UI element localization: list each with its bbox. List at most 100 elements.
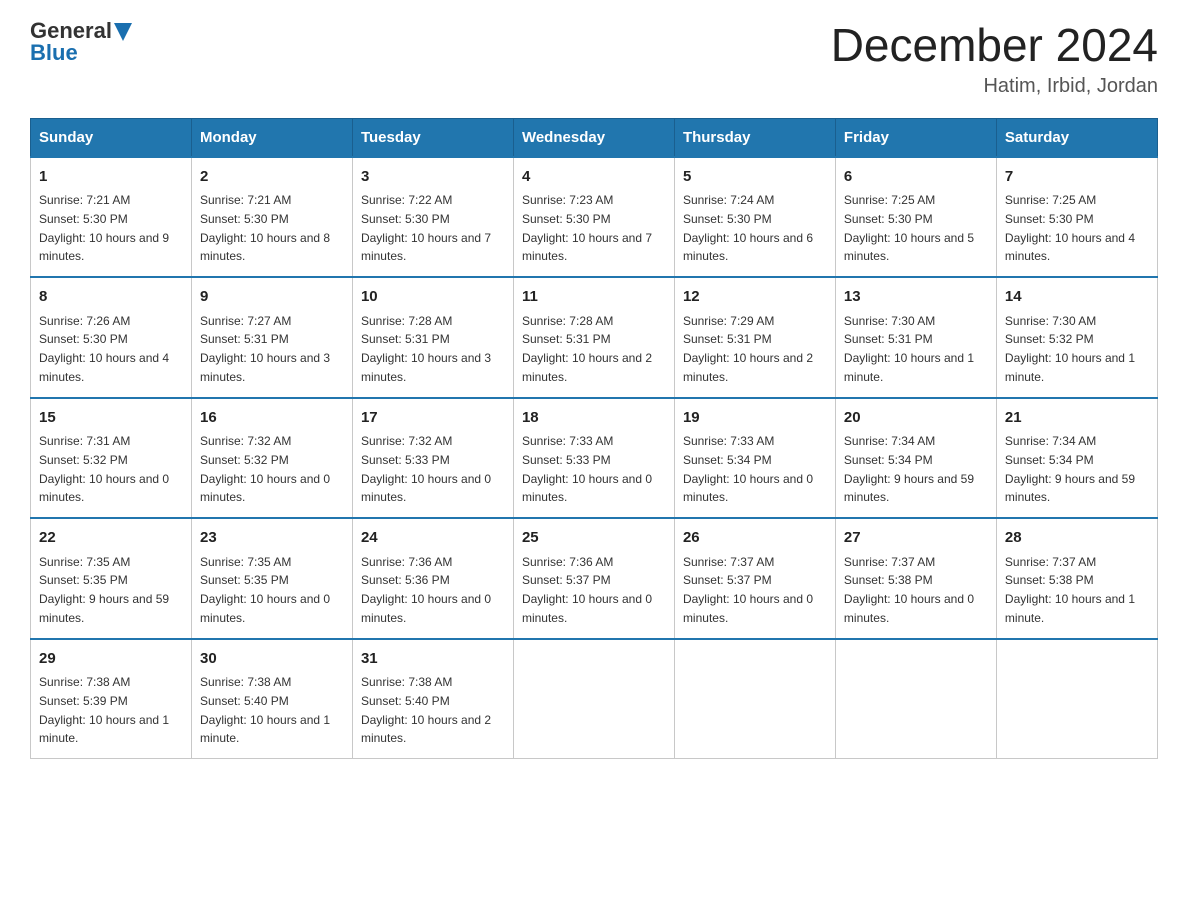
- day-number: 29: [39, 648, 183, 671]
- calendar-cell: [996, 639, 1157, 759]
- day-info: Sunrise: 7:31 AMSunset: 5:32 PMDaylight:…: [39, 434, 169, 504]
- day-number: 2: [200, 166, 344, 189]
- day-number: 25: [522, 527, 666, 550]
- day-number: 14: [1005, 286, 1149, 309]
- day-number: 18: [522, 407, 666, 430]
- day-number: 7: [1005, 166, 1149, 189]
- calendar-cell: 17 Sunrise: 7:32 AMSunset: 5:33 PMDaylig…: [352, 398, 513, 519]
- page-header: General Blue December 2024 Hatim, Irbid,…: [30, 20, 1158, 98]
- calendar-cell: 8 Sunrise: 7:26 AMSunset: 5:30 PMDayligh…: [31, 277, 192, 398]
- day-info: Sunrise: 7:25 AMSunset: 5:30 PMDaylight:…: [844, 193, 974, 263]
- calendar-cell: 24 Sunrise: 7:36 AMSunset: 5:36 PMDaylig…: [352, 518, 513, 639]
- day-info: Sunrise: 7:21 AMSunset: 5:30 PMDaylight:…: [39, 193, 169, 263]
- day-info: Sunrise: 7:35 AMSunset: 5:35 PMDaylight:…: [200, 555, 330, 625]
- day-number: 3: [361, 166, 505, 189]
- calendar-cell: 14 Sunrise: 7:30 AMSunset: 5:32 PMDaylig…: [996, 277, 1157, 398]
- day-number: 12: [683, 286, 827, 309]
- day-info: Sunrise: 7:38 AMSunset: 5:40 PMDaylight:…: [361, 675, 491, 745]
- day-info: Sunrise: 7:22 AMSunset: 5:30 PMDaylight:…: [361, 193, 491, 263]
- day-info: Sunrise: 7:24 AMSunset: 5:30 PMDaylight:…: [683, 193, 813, 263]
- calendar-cell: 23 Sunrise: 7:35 AMSunset: 5:35 PMDaylig…: [191, 518, 352, 639]
- day-number: 9: [200, 286, 344, 309]
- day-info: Sunrise: 7:35 AMSunset: 5:35 PMDaylight:…: [39, 555, 169, 625]
- calendar-table: SundayMondayTuesdayWednesdayThursdayFrid…: [30, 118, 1158, 760]
- calendar-cell: 7 Sunrise: 7:25 AMSunset: 5:30 PMDayligh…: [996, 157, 1157, 278]
- day-of-week-header: Friday: [835, 118, 996, 157]
- day-number: 8: [39, 286, 183, 309]
- day-info: Sunrise: 7:37 AMSunset: 5:37 PMDaylight:…: [683, 555, 813, 625]
- day-number: 27: [844, 527, 988, 550]
- day-number: 17: [361, 407, 505, 430]
- day-info: Sunrise: 7:21 AMSunset: 5:30 PMDaylight:…: [200, 193, 330, 263]
- day-number: 6: [844, 166, 988, 189]
- day-number: 13: [844, 286, 988, 309]
- day-info: Sunrise: 7:36 AMSunset: 5:37 PMDaylight:…: [522, 555, 652, 625]
- day-number: 30: [200, 648, 344, 671]
- day-info: Sunrise: 7:30 AMSunset: 5:31 PMDaylight:…: [844, 314, 974, 384]
- calendar-week-row: 15 Sunrise: 7:31 AMSunset: 5:32 PMDaylig…: [31, 398, 1158, 519]
- day-info: Sunrise: 7:38 AMSunset: 5:40 PMDaylight:…: [200, 675, 330, 745]
- calendar-week-row: 8 Sunrise: 7:26 AMSunset: 5:30 PMDayligh…: [31, 277, 1158, 398]
- day-info: Sunrise: 7:32 AMSunset: 5:33 PMDaylight:…: [361, 434, 491, 504]
- calendar-week-row: 29 Sunrise: 7:38 AMSunset: 5:39 PMDaylig…: [31, 639, 1158, 759]
- calendar-cell: 1 Sunrise: 7:21 AMSunset: 5:30 PMDayligh…: [31, 157, 192, 278]
- day-number: 20: [844, 407, 988, 430]
- calendar-cell: 18 Sunrise: 7:33 AMSunset: 5:33 PMDaylig…: [513, 398, 674, 519]
- day-info: Sunrise: 7:25 AMSunset: 5:30 PMDaylight:…: [1005, 193, 1135, 263]
- calendar-cell: 9 Sunrise: 7:27 AMSunset: 5:31 PMDayligh…: [191, 277, 352, 398]
- calendar-cell: 4 Sunrise: 7:23 AMSunset: 5:30 PMDayligh…: [513, 157, 674, 278]
- day-number: 21: [1005, 407, 1149, 430]
- day-number: 28: [1005, 527, 1149, 550]
- calendar-cell: [835, 639, 996, 759]
- day-number: 4: [522, 166, 666, 189]
- title-block: December 2024 Hatim, Irbid, Jordan: [831, 20, 1158, 98]
- calendar-header-row: SundayMondayTuesdayWednesdayThursdayFrid…: [31, 118, 1158, 157]
- calendar-cell: 11 Sunrise: 7:28 AMSunset: 5:31 PMDaylig…: [513, 277, 674, 398]
- day-number: 11: [522, 286, 666, 309]
- day-info: Sunrise: 7:28 AMSunset: 5:31 PMDaylight:…: [522, 314, 652, 384]
- calendar-cell: 21 Sunrise: 7:34 AMSunset: 5:34 PMDaylig…: [996, 398, 1157, 519]
- day-number: 26: [683, 527, 827, 550]
- day-info: Sunrise: 7:36 AMSunset: 5:36 PMDaylight:…: [361, 555, 491, 625]
- calendar-cell: 20 Sunrise: 7:34 AMSunset: 5:34 PMDaylig…: [835, 398, 996, 519]
- day-of-week-header: Wednesday: [513, 118, 674, 157]
- day-info: Sunrise: 7:23 AMSunset: 5:30 PMDaylight:…: [522, 193, 652, 263]
- day-number: 15: [39, 407, 183, 430]
- day-info: Sunrise: 7:33 AMSunset: 5:33 PMDaylight:…: [522, 434, 652, 504]
- calendar-cell: 2 Sunrise: 7:21 AMSunset: 5:30 PMDayligh…: [191, 157, 352, 278]
- day-info: Sunrise: 7:26 AMSunset: 5:30 PMDaylight:…: [39, 314, 169, 384]
- calendar-cell: 29 Sunrise: 7:38 AMSunset: 5:39 PMDaylig…: [31, 639, 192, 759]
- day-info: Sunrise: 7:28 AMSunset: 5:31 PMDaylight:…: [361, 314, 491, 384]
- day-info: Sunrise: 7:37 AMSunset: 5:38 PMDaylight:…: [1005, 555, 1135, 625]
- calendar-cell: 10 Sunrise: 7:28 AMSunset: 5:31 PMDaylig…: [352, 277, 513, 398]
- calendar-cell: 16 Sunrise: 7:32 AMSunset: 5:32 PMDaylig…: [191, 398, 352, 519]
- day-of-week-header: Thursday: [674, 118, 835, 157]
- day-of-week-header: Saturday: [996, 118, 1157, 157]
- calendar-cell: [674, 639, 835, 759]
- day-info: Sunrise: 7:34 AMSunset: 5:34 PMDaylight:…: [844, 434, 974, 504]
- day-number: 16: [200, 407, 344, 430]
- calendar-week-row: 22 Sunrise: 7:35 AMSunset: 5:35 PMDaylig…: [31, 518, 1158, 639]
- day-number: 10: [361, 286, 505, 309]
- day-number: 22: [39, 527, 183, 550]
- day-info: Sunrise: 7:34 AMSunset: 5:34 PMDaylight:…: [1005, 434, 1135, 504]
- day-number: 1: [39, 166, 183, 189]
- calendar-cell: 15 Sunrise: 7:31 AMSunset: 5:32 PMDaylig…: [31, 398, 192, 519]
- day-of-week-header: Sunday: [31, 118, 192, 157]
- calendar-cell: 28 Sunrise: 7:37 AMSunset: 5:38 PMDaylig…: [996, 518, 1157, 639]
- day-number: 31: [361, 648, 505, 671]
- day-number: 19: [683, 407, 827, 430]
- calendar-cell: 13 Sunrise: 7:30 AMSunset: 5:31 PMDaylig…: [835, 277, 996, 398]
- day-info: Sunrise: 7:27 AMSunset: 5:31 PMDaylight:…: [200, 314, 330, 384]
- calendar-cell: 31 Sunrise: 7:38 AMSunset: 5:40 PMDaylig…: [352, 639, 513, 759]
- day-info: Sunrise: 7:32 AMSunset: 5:32 PMDaylight:…: [200, 434, 330, 504]
- day-number: 23: [200, 527, 344, 550]
- calendar-cell: 26 Sunrise: 7:37 AMSunset: 5:37 PMDaylig…: [674, 518, 835, 639]
- calendar-cell: 27 Sunrise: 7:37 AMSunset: 5:38 PMDaylig…: [835, 518, 996, 639]
- logo-text-blue: Blue: [30, 40, 78, 65]
- calendar-cell: [513, 639, 674, 759]
- calendar-cell: 25 Sunrise: 7:36 AMSunset: 5:37 PMDaylig…: [513, 518, 674, 639]
- calendar-week-row: 1 Sunrise: 7:21 AMSunset: 5:30 PMDayligh…: [31, 157, 1158, 278]
- calendar-cell: 19 Sunrise: 7:33 AMSunset: 5:34 PMDaylig…: [674, 398, 835, 519]
- calendar-cell: 22 Sunrise: 7:35 AMSunset: 5:35 PMDaylig…: [31, 518, 192, 639]
